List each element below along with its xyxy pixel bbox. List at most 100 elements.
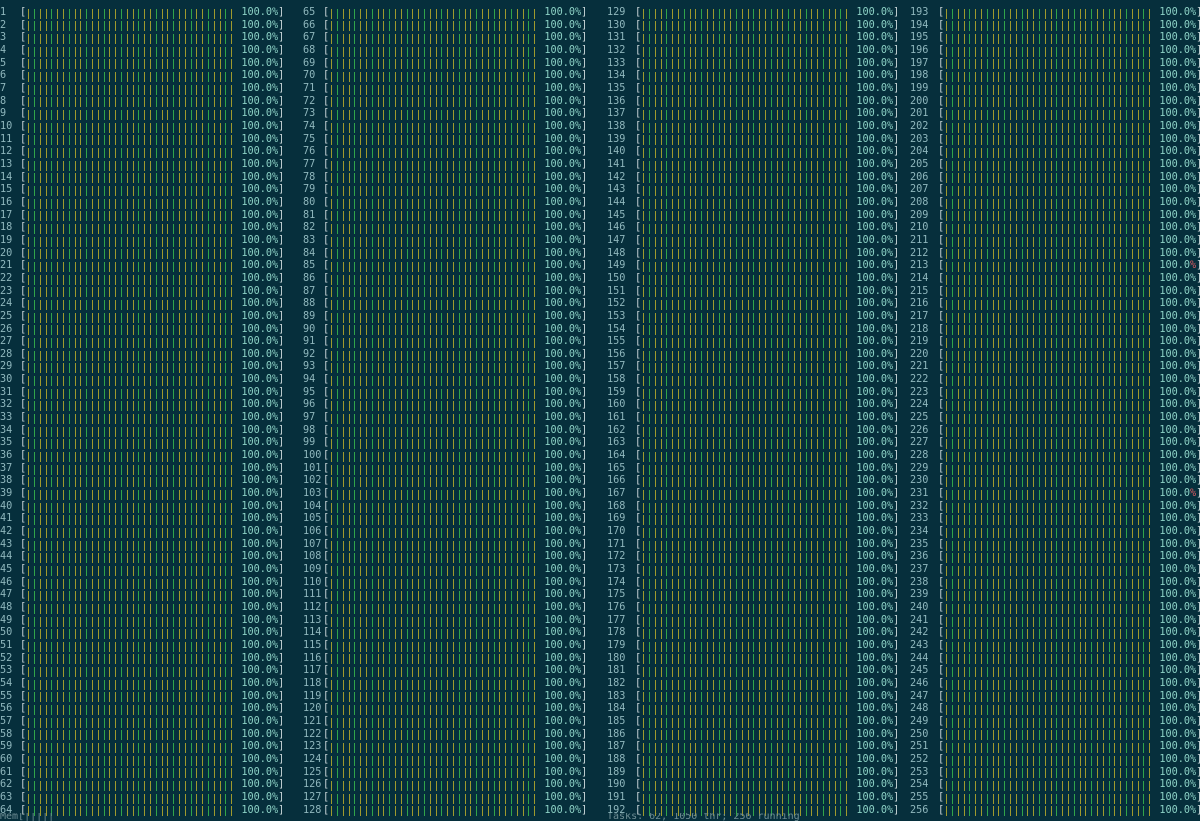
bar-tick [45, 325, 47, 336]
bar-tick [493, 173, 495, 184]
bar-tick [207, 489, 209, 500]
bar-tick [126, 591, 128, 602]
bar-tick [132, 439, 134, 450]
bar-tick [51, 755, 53, 766]
cpu-percent: 100.0% [241, 323, 279, 335]
bar-tick [493, 451, 495, 462]
bar-tick [178, 705, 180, 716]
bar-tick [394, 350, 396, 361]
cpu-row: 9[100.0%] [0, 108, 284, 121]
bar-tick [516, 375, 518, 386]
bar-tick [57, 375, 59, 386]
bar-tick [336, 654, 338, 665]
bar-tick [39, 262, 41, 273]
bar-tick [68, 224, 70, 235]
bar-tick [435, 236, 437, 247]
bar-tick [394, 211, 396, 222]
bar-tick [155, 388, 157, 399]
bar-tick [231, 84, 233, 95]
cpu-label: 61 [0, 766, 13, 778]
bar-tick [348, 135, 350, 146]
bar-tick [97, 768, 99, 779]
bar-tick [505, 464, 507, 475]
bar-tick [429, 641, 431, 652]
bar-tick [62, 755, 64, 766]
bar-tick [231, 262, 233, 273]
bar-tick [33, 616, 35, 627]
bar-tick [126, 413, 128, 424]
bar-tick [207, 300, 209, 310]
bar-tick [68, 249, 70, 260]
bar-tick [423, 388, 425, 399]
bar-tick [120, 616, 122, 627]
bracket-close: ] [278, 753, 285, 765]
bar-tick [534, 236, 536, 247]
cpu-bar [329, 337, 539, 348]
cpu-label: 35 [0, 437, 13, 449]
bar-tick [149, 97, 151, 108]
cpu-percent: 100.0% [544, 222, 582, 234]
bar-tick [377, 565, 379, 576]
bar-tick [103, 337, 105, 348]
bar-tick [400, 464, 402, 475]
bar-tick [412, 350, 414, 361]
bar-tick [33, 743, 35, 754]
bar-tick [348, 186, 350, 197]
cpu-row: 33[100.0%] [0, 412, 284, 425]
bar-tick [452, 300, 454, 310]
bar-tick [464, 350, 466, 361]
bar-tick [423, 46, 425, 57]
bar-tick [202, 679, 204, 690]
bar-tick [447, 160, 449, 171]
bar-tick [458, 236, 460, 247]
bar-tick [348, 287, 350, 298]
bar-tick [464, 667, 466, 678]
bar-tick [354, 59, 356, 70]
bar-tick [213, 540, 215, 551]
bar-tick [213, 730, 215, 741]
bar-tick [360, 603, 362, 614]
bar-tick [487, 527, 489, 538]
bar-tick [470, 616, 472, 627]
bar-tick [28, 793, 30, 804]
bar-tick [213, 793, 215, 804]
bar-tick [173, 667, 175, 678]
bar-tick [103, 262, 105, 273]
bar-tick [109, 211, 111, 222]
bar-tick [487, 641, 489, 652]
cpu-percent: 100.0% [544, 171, 582, 183]
bar-tick [371, 274, 373, 285]
bracket-close: ] [278, 260, 285, 272]
bar-tick [499, 629, 501, 640]
bar-tick [155, 426, 157, 437]
bar-tick [115, 363, 117, 374]
bar-tick [62, 515, 64, 526]
bar-tick [126, 350, 128, 361]
bar-tick [103, 34, 105, 45]
bar-tick [534, 641, 536, 652]
bar-tick [383, 337, 385, 348]
bar-tick [184, 173, 186, 184]
bar-tick [394, 426, 396, 437]
bar-tick [400, 148, 402, 159]
cpu-percent: 100.0% [544, 677, 582, 689]
bar-tick [394, 122, 396, 133]
cpu-percent: 100.0% [544, 450, 582, 462]
bracket-close: ] [581, 133, 588, 145]
bar-tick [470, 236, 472, 247]
bar-tick [528, 262, 530, 273]
bar-tick [39, 540, 41, 551]
bar-tick [184, 97, 186, 108]
bar-tick [213, 173, 215, 184]
bar-tick [57, 553, 59, 564]
bar-tick [213, 591, 215, 602]
bracket-close: ] [278, 602, 285, 614]
bar-tick [377, 287, 379, 298]
bar-tick [429, 489, 431, 500]
bar-tick [74, 464, 76, 475]
bar-tick [348, 224, 350, 235]
bar-tick [481, 148, 483, 159]
bar-tick [389, 287, 391, 298]
bar-tick [458, 312, 460, 323]
bar-tick [516, 198, 518, 209]
